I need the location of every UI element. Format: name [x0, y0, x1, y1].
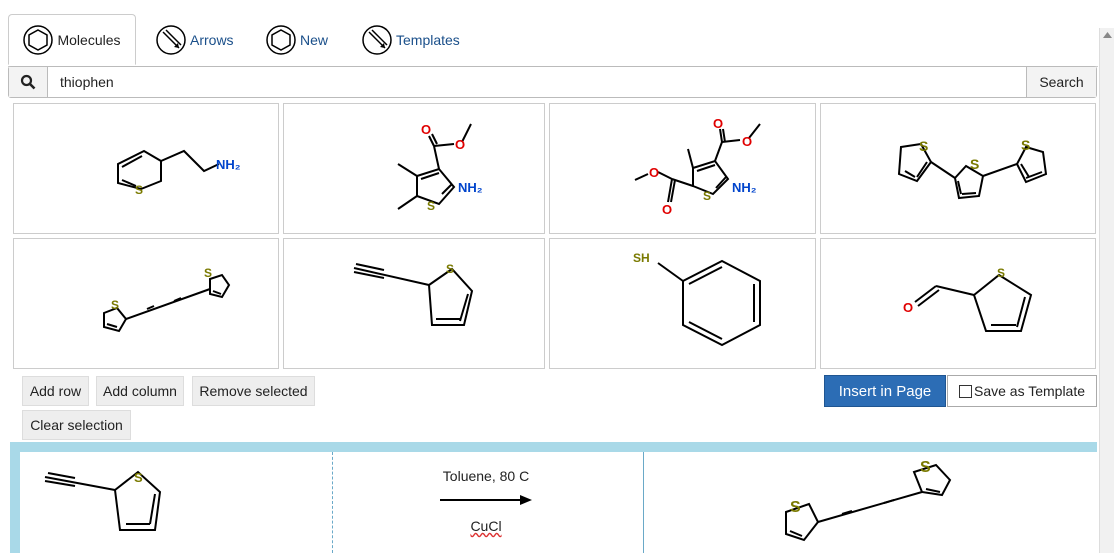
- molecule-ethynylthiophene: S: [353, 262, 474, 326]
- molecule-cell[interactable]: O O O O S NH₂: [549, 103, 816, 234]
- tab-label: Molecules: [57, 31, 121, 48]
- vertical-scrollbar[interactable]: [1099, 28, 1114, 553]
- atom-label: O: [713, 116, 723, 131]
- molecule-cell[interactable]: SH: [549, 238, 816, 369]
- atom-label: S: [703, 189, 711, 203]
- reaction-panel-edge: [10, 452, 20, 553]
- molecule-cell[interactable]: S S S: [820, 103, 1096, 234]
- atom-label: S: [919, 138, 928, 154]
- atom-label: S: [1021, 137, 1030, 153]
- atom-label: SH: [633, 251, 650, 265]
- remove-selected-button[interactable]: Remove selected: [192, 376, 315, 406]
- reaction-condition-top: Toluene, 80 C: [442, 468, 530, 484]
- insert-in-page-button[interactable]: Insert in Page: [824, 375, 946, 407]
- tab-label: New: [300, 31, 329, 48]
- atom-label: O: [662, 202, 672, 217]
- atom-label: NH₂: [216, 157, 241, 172]
- reaction-arrow: [440, 495, 532, 505]
- reactant-ethynylthiophene: S: [44, 470, 162, 531]
- molecule-bithienyl-diyne: S S: [103, 266, 231, 333]
- clear-selection-button[interactable]: Clear selection: [22, 410, 131, 440]
- arrow-icon: [156, 24, 186, 55]
- product-bithienyl-diyne: S S: [785, 459, 952, 542]
- atom-label: O: [455, 137, 465, 152]
- molecule-terthiophene: S S S: [897, 137, 1048, 200]
- tab-bar: Molecules Arrows New Templates: [8, 14, 1098, 67]
- tab-label: Templates: [396, 31, 460, 48]
- scroll-up-icon[interactable]: [1100, 28, 1114, 42]
- tab-label: Arrows: [190, 31, 234, 48]
- tab-molecules[interactable]: Molecules: [8, 14, 136, 65]
- search-input[interactable]: [48, 67, 1026, 97]
- molecule-thiophene-diester: O O O O S NH₂: [634, 116, 761, 217]
- atom-label: S: [920, 459, 931, 476]
- save-as-template-label: Save as Template: [973, 383, 1086, 399]
- molecule-cell[interactable]: O O S NH₂: [283, 103, 545, 234]
- checkbox-icon[interactable]: [958, 384, 972, 398]
- add-column-button[interactable]: Add column: [96, 376, 184, 406]
- molecule-aminothiophene-ester: O O S NH₂: [397, 122, 483, 213]
- atom-label: S: [427, 199, 435, 213]
- atom-label: O: [742, 134, 752, 149]
- atom-label: NH₂: [458, 180, 483, 195]
- add-row-button[interactable]: Add row: [22, 376, 89, 406]
- atom-label: NH₂: [732, 180, 757, 195]
- benzene-icon: [266, 24, 296, 55]
- molecule-thiophenol: SH: [633, 251, 761, 347]
- atom-label: S: [970, 156, 979, 172]
- tab-new[interactable]: New: [266, 14, 328, 65]
- molecule-cell[interactable]: S S: [13, 238, 279, 369]
- save-as-template-button[interactable]: Save as Template: [947, 375, 1097, 407]
- benzene-icon: [23, 24, 54, 55]
- tab-arrows[interactable]: Arrows: [156, 14, 234, 65]
- atom-label: O: [649, 165, 659, 180]
- atom-label: S: [135, 183, 143, 197]
- tab-templates[interactable]: Templates: [362, 14, 460, 65]
- template-icon: [362, 24, 392, 55]
- reaction-condition-bottom: CuCl: [470, 518, 502, 534]
- atom-label: O: [421, 122, 431, 137]
- search-bar: Search: [8, 66, 1097, 98]
- molecule-cell[interactable]: S NH₂: [13, 103, 279, 234]
- molecule-thiophene-ethylamine: S NH₂: [117, 149, 241, 197]
- search-button[interactable]: Search: [1026, 67, 1096, 97]
- molecule-cell[interactable]: S O: [820, 238, 1096, 369]
- molecule-cell[interactable]: S: [283, 238, 545, 369]
- atom-label: S: [111, 298, 119, 312]
- atom-label: S: [446, 262, 454, 276]
- atom-label: S: [204, 266, 212, 280]
- atom-label: S: [997, 266, 1005, 280]
- atom-label: O: [903, 300, 913, 315]
- divider: [332, 452, 333, 553]
- atom-label: S: [134, 470, 143, 485]
- atom-label: S: [790, 499, 801, 516]
- molecule-thiophene-aldehyde: S O: [903, 266, 1033, 332]
- search-icon[interactable]: [9, 67, 48, 97]
